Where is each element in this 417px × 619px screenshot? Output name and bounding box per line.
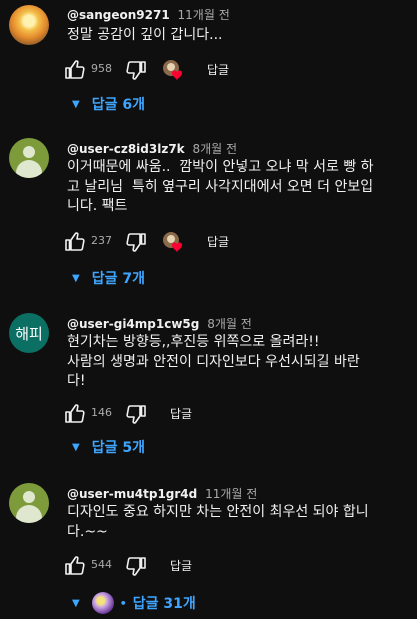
like-count: 146 <box>91 406 112 419</box>
avatar[interactable] <box>9 138 49 178</box>
author-handle[interactable]: @sangeon9271 <box>67 8 170 22</box>
like-count: 237 <box>91 234 112 247</box>
replier-avatar <box>91 592 114 614</box>
view-replies-button[interactable]: ▼ 답글 6개 <box>72 92 145 116</box>
thumb-down-icon[interactable] <box>124 58 148 82</box>
avatar[interactable] <box>9 5 49 45</box>
replies-count: 답글 31개 <box>132 596 196 612</box>
replies-count: 답글 5개 <box>91 440 145 456</box>
author-handle[interactable]: @user-cz8id3lz7k <box>67 142 185 156</box>
comment-time[interactable]: 11개월 전 <box>178 8 230 22</box>
default-avatar-head <box>23 146 35 158</box>
thumb-down-icon[interactable] <box>124 230 148 254</box>
avatar[interactable]: 해피 <box>9 313 49 353</box>
comment-header: @user-mu4tp1gr4d 11개월 전 <box>67 485 257 502</box>
creator-heart-icon <box>163 60 182 80</box>
view-replies-button[interactable]: ▼ • 답글 31개 <box>72 591 196 615</box>
chevron-down-icon: ▼ <box>72 98 80 110</box>
separator-dot: • <box>119 596 127 610</box>
comment-actions: 237 답글 <box>0 230 417 254</box>
thumb-down-icon[interactable] <box>124 402 148 426</box>
chevron-down-icon: ▼ <box>72 597 80 609</box>
reply-button[interactable]: 답글 <box>207 61 229 78</box>
avatar[interactable] <box>9 483 49 523</box>
comment-time[interactable]: 8개월 전 <box>207 317 252 331</box>
thumb-up-icon[interactable] <box>63 402 87 426</box>
comment-header: @sangeon9271 11개월 전 <box>67 6 230 23</box>
view-replies-button[interactable]: ▼ 답글 5개 <box>72 435 145 459</box>
like-count: 544 <box>91 558 112 571</box>
avatar-initials: 해피 <box>15 324 43 343</box>
creator-heart-icon <box>163 232 182 252</box>
comment-header: @user-cz8id3lz7k 8개월 전 <box>67 140 237 157</box>
comment-actions: 146 답글 <box>0 402 417 426</box>
comment-actions: 544 답글 <box>0 554 417 578</box>
thumb-up-icon[interactable] <box>63 58 87 82</box>
reply-button[interactable]: 답글 <box>207 233 229 250</box>
default-avatar-body <box>16 505 42 523</box>
replies-count: 답글 7개 <box>91 271 145 287</box>
comment-text: 현기차는 방향등,,후진등 위쪽으로 올려라!! 사람의 생명과 안전이 디자인… <box>67 334 360 389</box>
reply-button[interactable]: 답글 <box>170 557 192 574</box>
chevron-down-icon: ▼ <box>72 272 80 284</box>
author-handle[interactable]: @user-gi4mp1cw5g <box>67 317 199 331</box>
chevron-down-icon: ▼ <box>72 441 80 453</box>
author-handle[interactable]: @user-mu4tp1gr4d <box>67 487 197 501</box>
thumb-up-icon[interactable] <box>63 230 87 254</box>
default-avatar-head <box>23 491 35 503</box>
replies-count: 답글 6개 <box>91 97 145 113</box>
comment-time[interactable]: 11개월 전 <box>205 487 257 501</box>
thumb-up-icon[interactable] <box>63 554 87 578</box>
comment-text: 디자인도 중요 하지만 차는 안전이 최우선 되야 합니 다.~~ <box>67 504 369 540</box>
like-count: 958 <box>91 62 112 75</box>
comment-actions: 958 답글 <box>0 58 417 82</box>
view-replies-button[interactable]: ▼ 답글 7개 <box>72 266 145 290</box>
comment-header: @user-gi4mp1cw5g 8개월 전 <box>67 315 252 332</box>
comment-time[interactable]: 8개월 전 <box>192 142 237 156</box>
reply-button[interactable]: 답글 <box>170 405 192 422</box>
comment-text: 정말 공감이 깊이 갑니다... <box>67 27 223 43</box>
comment-text: 이거때문에 싸움.. 깜박이 안넣고 오냐 막 서로 빵 하 고 날리님 특히 … <box>67 159 374 214</box>
default-avatar-body <box>16 160 42 178</box>
thumb-down-icon[interactable] <box>124 554 148 578</box>
